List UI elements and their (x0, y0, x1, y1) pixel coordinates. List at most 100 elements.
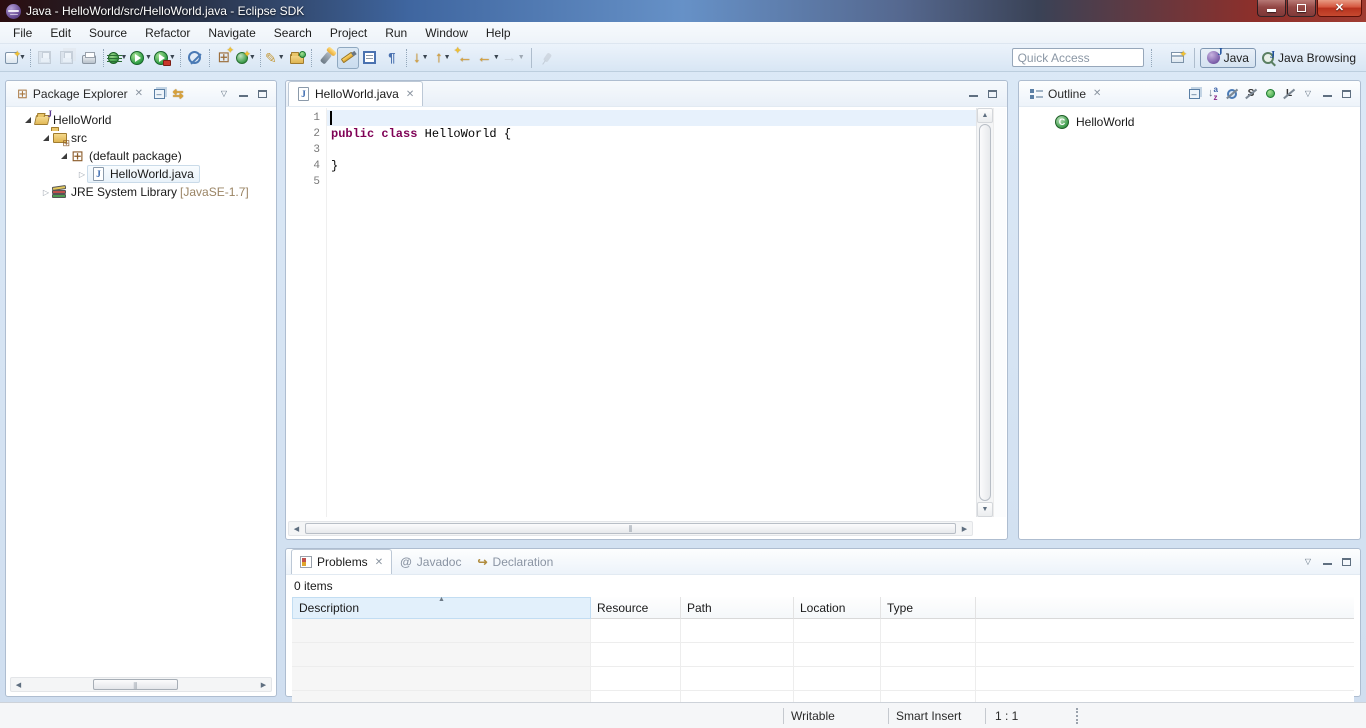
column-header-type[interactable]: Type (881, 597, 976, 619)
column-header-resource[interactable]: Resource (591, 597, 681, 619)
scroll-left-icon[interactable]: ◀ (11, 678, 26, 691)
menu-search[interactable]: Search (265, 24, 321, 42)
run-external-tools-button[interactable]: ▼ (153, 47, 177, 69)
view-menu-button[interactable]: ▽ (1299, 85, 1317, 103)
menu-window[interactable]: Window (416, 24, 477, 42)
minimize-view-button[interactable] (1318, 85, 1336, 103)
expander-icon[interactable] (41, 135, 51, 141)
menu-navigate[interactable]: Navigate (199, 24, 264, 42)
previous-annotation-button[interactable]: ↑▼ (432, 47, 454, 69)
minimize-button[interactable] (1257, 0, 1286, 17)
minimize-view-button[interactable] (234, 85, 252, 103)
open-perspective-button[interactable]: ✦ (1167, 47, 1189, 69)
editor-horizontal-scrollbar[interactable]: ◀ ▶ (288, 521, 973, 536)
maximize-editor-button[interactable] (983, 85, 1001, 103)
tab-outline[interactable]: Outline ✕ (1024, 81, 1107, 107)
column-header-location[interactable]: Location (794, 597, 881, 619)
menu-project[interactable]: Project (321, 24, 376, 42)
hide-fields-button[interactable] (1223, 85, 1241, 103)
menu-source[interactable]: Source (80, 24, 136, 42)
menu-edit[interactable]: Edit (41, 24, 80, 42)
new-wizard-button[interactable]: ✦▼ (4, 47, 27, 69)
minimize-view-button[interactable] (1318, 553, 1336, 571)
run-button[interactable]: ▼ (129, 47, 153, 69)
scrollbar-thumb[interactable] (305, 523, 956, 534)
show-source-button[interactable] (359, 47, 381, 69)
tab-package-explorer[interactable]: ⊞ Package Explorer ✕ (11, 81, 149, 107)
restore-button[interactable] (1287, 0, 1316, 17)
tab-problems[interactable]: Problems ✕ (291, 549, 392, 574)
scroll-left-icon[interactable]: ◀ (289, 522, 304, 535)
open-element-button[interactable]: ✎▼ (264, 47, 286, 69)
tree-item-jre-library[interactable]: ▷ JRE System Library [JavaSE-1.7] (6, 183, 276, 201)
save-all-button[interactable] (56, 47, 78, 69)
menu-refactor[interactable]: Refactor (136, 24, 199, 42)
expander-icon[interactable]: ▷ (41, 188, 51, 197)
last-edit-location-button[interactable]: ←✦ (454, 47, 476, 69)
close-editor-icon[interactable]: ✕ (406, 89, 414, 100)
pin-editor-button[interactable] (537, 47, 559, 69)
tree-item-helloworld-java[interactable]: ▷ J HelloWorld.java (6, 165, 276, 183)
problems-header: Problems ✕ @ Javadoc ↪ Declaration ▽ (286, 549, 1360, 575)
scroll-up-icon[interactable]: ▲ (977, 108, 993, 123)
back-button[interactable]: ←▼ (476, 47, 501, 69)
collapse-all-button[interactable]: – (1185, 85, 1203, 103)
code-area[interactable]: public class HelloWorld { } (327, 108, 976, 517)
save-button[interactable] (34, 47, 56, 69)
view-menu-button[interactable]: ▽ (215, 85, 233, 103)
editor-vertical-scrollbar[interactable]: ▲ ▼ (976, 108, 993, 517)
next-annotation-button[interactable]: ↓▼ (410, 47, 432, 69)
perspective-java-button[interactable]: J Java (1200, 48, 1256, 68)
scrollbar-thumb[interactable] (93, 679, 178, 690)
tab-declaration[interactable]: ↪ Declaration (469, 549, 561, 574)
scroll-right-icon[interactable]: ▶ (256, 678, 271, 691)
tree-item-default-package[interactable]: ⊞ (default package) (6, 147, 276, 165)
new-java-project-button[interactable]: ⊞✦ (213, 47, 235, 69)
minimize-editor-button[interactable] (964, 85, 982, 103)
scroll-down-icon[interactable]: ▼ (977, 502, 993, 517)
menu-help[interactable]: Help (477, 24, 520, 42)
maximize-view-button[interactable] (1337, 85, 1355, 103)
collapse-all-button[interactable]: – (150, 85, 168, 103)
open-type-button[interactable] (286, 47, 308, 69)
close-button[interactable]: ✕ (1317, 0, 1362, 17)
maximize-view-button[interactable] (1337, 553, 1355, 571)
java-search-button[interactable] (315, 47, 337, 69)
editor-tab-helloworld[interactable]: J HelloWorld.java ✕ (288, 81, 423, 106)
view-menu-button[interactable]: ▽ (1299, 553, 1317, 571)
skip-all-breakpoints-button[interactable] (184, 47, 206, 69)
tree-item-src[interactable]: ⊞ src (6, 129, 276, 147)
hide-local-types-button[interactable]: L (1280, 85, 1298, 103)
link-with-editor-button[interactable]: ⇆ (169, 85, 187, 103)
scroll-right-icon[interactable]: ▶ (957, 522, 972, 535)
menu-file[interactable]: File (4, 24, 41, 42)
maximize-view-button[interactable] (253, 85, 271, 103)
tree-item-project[interactable]: J HelloWorld (6, 111, 276, 129)
column-header-path[interactable]: Path (681, 597, 794, 619)
expander-icon[interactable] (59, 153, 69, 159)
print-button[interactable] (78, 47, 100, 69)
column-header-description[interactable]: ▲Description (292, 597, 591, 619)
menu-run[interactable]: Run (376, 24, 416, 42)
toggle-mark-occurrences-button[interactable] (337, 47, 359, 69)
close-view-icon[interactable]: ✕ (375, 557, 383, 568)
scrollbar-thumb[interactable] (979, 124, 991, 501)
hide-non-public-button[interactable] (1261, 85, 1279, 103)
package-explorer-horizontal-scrollbar[interactable]: ◀ ▶ (10, 677, 272, 692)
new-java-class-button[interactable]: ✦▼ (235, 47, 257, 69)
perspective-java-browsing-button[interactable]: J Java Browsing (1256, 49, 1362, 67)
sort-button[interactable]: ↓az (1204, 85, 1222, 103)
forward-button[interactable]: →▼ (501, 47, 526, 69)
close-view-icon[interactable]: ✕ (1093, 88, 1101, 99)
scrollbar-track[interactable] (26, 678, 256, 691)
quick-access-input[interactable] (1012, 48, 1144, 67)
close-view-icon[interactable]: ✕ (135, 88, 143, 99)
expander-icon[interactable] (23, 117, 33, 123)
code-line-4: } (327, 158, 976, 174)
show-whitespace-button[interactable]: ¶ (381, 47, 403, 69)
tab-javadoc[interactable]: @ Javadoc (392, 549, 469, 574)
outline-item-helloworld[interactable]: C HelloWorld (1055, 115, 1134, 129)
hide-static-members-button[interactable]: S (1242, 85, 1260, 103)
expander-icon[interactable]: ▷ (77, 170, 87, 179)
debug-button[interactable]: ▼ (107, 47, 129, 69)
